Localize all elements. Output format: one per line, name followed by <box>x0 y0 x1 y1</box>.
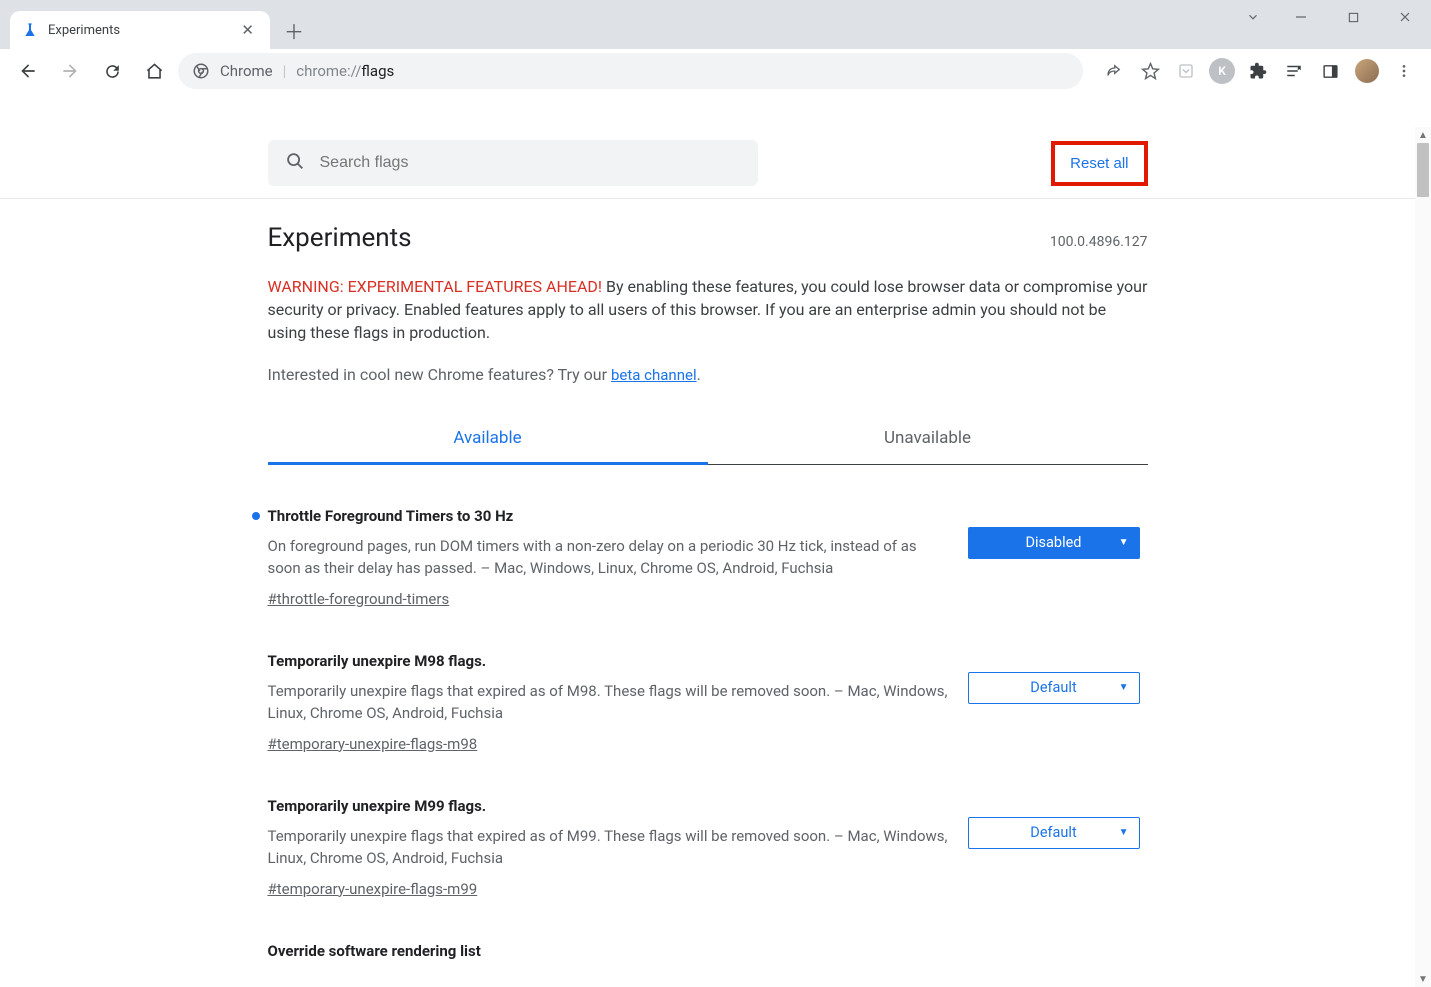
flag-hash-link[interactable]: #temporary-unexpire-flags-m98 <box>268 735 478 753</box>
flag-description: Temporarily unexpire flags that expired … <box>268 825 948 870</box>
menu-icon[interactable] <box>1387 54 1421 88</box>
scrollbar[interactable]: ▲ ▼ <box>1415 127 1431 987</box>
flag-state-select[interactable]: Disabled ▼ <box>968 527 1140 559</box>
share-icon[interactable] <box>1097 54 1131 88</box>
reset-all-button[interactable]: Reset all <box>1056 146 1142 181</box>
browser-tab[interactable]: Experiments ✕ <box>10 11 270 49</box>
flag-title: Throttle Foreground Timers to 30 Hz <box>268 507 948 525</box>
flag-state-value: Default <box>1030 679 1076 696</box>
extension-k-icon[interactable]: K <box>1209 58 1235 84</box>
flag-description: On foreground pages, run DOM timers with… <box>268 535 948 580</box>
flag-list: Throttle Foreground Timers to 30 Hz On fo… <box>268 507 1148 987</box>
toolbar-actions: K <box>1089 54 1421 88</box>
close-tab-button[interactable]: ✕ <box>237 21 258 39</box>
flag-hash-link[interactable]: #throttle-foreground-timers <box>268 590 450 608</box>
beta-text: Interested in cool new Chrome features? … <box>268 365 1148 384</box>
reload-button[interactable] <box>94 53 130 89</box>
scroll-thumb[interactable] <box>1417 143 1429 197</box>
tab-title: Experiments <box>48 23 227 38</box>
flag-description: Temporarily unexpire flags that expired … <box>268 680 948 725</box>
reading-list-icon[interactable] <box>1277 54 1311 88</box>
tab-available[interactable]: Available <box>268 414 708 465</box>
warning-text: WARNING: EXPERIMENTAL FEATURES AHEAD! By… <box>268 275 1148 345</box>
tablist-chevron-icon[interactable] <box>1231 0 1275 34</box>
back-button[interactable] <box>10 53 46 89</box>
address-bar[interactable]: Chrome | chrome://flags <box>178 53 1083 89</box>
new-tab-button[interactable]: ＋ <box>270 11 318 49</box>
profile-avatar[interactable] <box>1355 59 1379 83</box>
close-window-button[interactable] <box>1379 0 1431 34</box>
maximize-button[interactable] <box>1327 0 1379 34</box>
highlight-box: Reset all <box>1051 141 1147 186</box>
page-content: Reset all Experiments 100.0.4896.127 WAR… <box>0 127 1415 987</box>
flag-state-value: Default <box>1030 824 1076 841</box>
search-input[interactable] <box>320 154 742 172</box>
beta-channel-link[interactable]: beta channel <box>611 366 697 384</box>
chevron-down-icon: ▼ <box>1119 827 1129 838</box>
flag-title: Override software rendering list <box>268 942 948 960</box>
window-controls <box>1231 0 1431 34</box>
bookmark-icon[interactable] <box>1133 54 1167 88</box>
search-flags-box[interactable] <box>268 140 758 186</box>
titlebar: Experiments ✕ ＋ <box>0 0 1431 49</box>
flask-icon <box>22 22 38 38</box>
browser-toolbar: Chrome | chrome://flags K <box>0 49 1431 93</box>
side-panel-icon[interactable] <box>1313 54 1347 88</box>
flag-title: Temporarily unexpire M98 flags. <box>268 652 948 670</box>
scroll-up-icon[interactable]: ▲ <box>1415 127 1431 143</box>
flag-item: Override software rendering list <box>268 942 1148 987</box>
flag-title: Temporarily unexpire M99 flags. <box>268 797 948 815</box>
chrome-icon <box>192 62 210 80</box>
flag-item: Temporarily unexpire M99 flags. Temporari… <box>268 797 1148 942</box>
flag-hash-link[interactable]: #temporary-unexpire-flags-m99 <box>268 880 478 898</box>
flag-item: Temporarily unexpire M98 flags. Temporari… <box>268 652 1148 797</box>
flag-state-select[interactable]: Default ▼ <box>968 672 1140 704</box>
omnibox-separator: | <box>283 62 287 80</box>
chevron-down-icon: ▼ <box>1119 682 1129 693</box>
flag-state-select[interactable]: Default ▼ <box>968 817 1140 849</box>
flag-tabs: Available Unavailable <box>268 414 1148 465</box>
scroll-down-icon[interactable]: ▼ <box>1415 971 1431 987</box>
pocket-icon[interactable] <box>1169 54 1203 88</box>
forward-button[interactable] <box>52 53 88 89</box>
page-title: Experiments <box>268 223 412 253</box>
home-button[interactable] <box>136 53 172 89</box>
extensions-icon[interactable] <box>1241 54 1275 88</box>
chrome-version: 100.0.4896.127 <box>1050 234 1148 250</box>
tab-unavailable[interactable]: Unavailable <box>708 414 1148 465</box>
flag-state-value: Disabled <box>1026 534 1082 551</box>
omnibox-url: chrome://flags <box>296 62 394 80</box>
omnibox-site-name: Chrome <box>220 62 273 80</box>
chevron-down-icon: ▼ <box>1119 537 1129 548</box>
flag-item: Throttle Foreground Timers to 30 Hz On fo… <box>268 507 1148 652</box>
minimize-button[interactable] <box>1275 0 1327 34</box>
search-icon <box>284 150 306 176</box>
